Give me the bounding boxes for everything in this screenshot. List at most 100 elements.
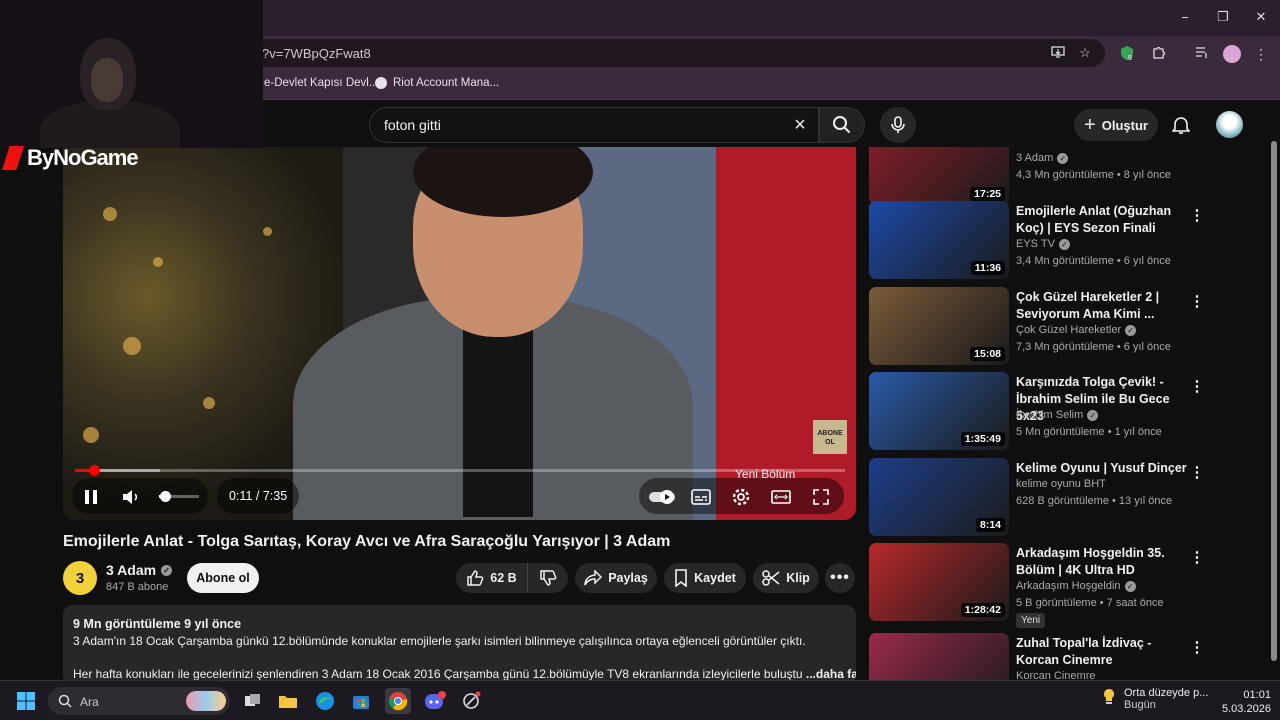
recommendation-item[interactable]: 17:25 3 Adam ✓ 4,3 Mn görüntüleme • 8 yı… [869,147,1269,209]
recommendation-channel[interactable]: Arkadaşım Hoşgeldin ✓ [1016,580,1136,592]
settings-button[interactable] [730,486,752,508]
channel-name-text[interactable]: 3 Adam [1016,152,1053,164]
recommendation-channel[interactable]: EYS TV ✓ [1016,238,1070,250]
progress-bar[interactable] [75,465,845,476]
recommendation-channel[interactable]: kelime oyunu BHT [1016,478,1106,490]
recommendation-title[interactable]: Arkadaşım Hoşgeldin 35. Bölüm | 4K Ultra… [1016,545,1191,579]
recommendation-item[interactable]: 15:08 Çok Güzel Hareketler 2 | Seviyorum… [869,287,1269,369]
more-actions-button[interactable]: ••• [825,563,855,593]
install-app-icon[interactable] [1050,45,1066,61]
close-window-button[interactable]: ✕ [1242,0,1280,34]
address-bar[interactable]: ?v=7WBpQzFwat8 ☆ [180,39,1105,67]
recommendation-channel[interactable]: Çok Güzel Hareketler ✓ [1016,324,1137,336]
create-button[interactable]: + Oluştur [1074,109,1158,141]
bokeh-light [123,337,141,355]
recommendation-item[interactable]: 11:36 Emojilerle Anlat (Oğuzhan Koç) | E… [869,201,1269,283]
volume-slider[interactable] [159,491,199,502]
subtitles-button[interactable] [690,486,712,508]
theater-mode-button[interactable] [770,486,792,508]
recommendation-item[interactable]: 1:35:49 Karşınızda Tolga Çevik! - İbrahi… [869,372,1269,454]
channel-name[interactable]: 3 Adam ✓ [106,562,173,578]
browser-menu-icon[interactable]: ⋮ [1252,45,1270,63]
recommendation-item[interactable]: 1:28:42 Arkadaşım Hoşgeldin 35. Bölüm | … [869,543,1269,628]
chrome-icon[interactable] [385,688,411,714]
search-highlight-icon [186,691,226,711]
discord-icon[interactable] [422,688,448,714]
recommendation-thumbnail[interactable]: 1:35:49 [869,372,1009,450]
channel-name-text[interactable]: Çok Güzel Hareketler [1016,324,1121,336]
bookmark-riot[interactable]: Riot Account Mana... [375,77,499,89]
clear-search-icon[interactable]: × [788,113,812,137]
fullscreen-button[interactable] [810,486,832,508]
share-button[interactable]: Paylaş [575,563,657,593]
recommendation-channel[interactable]: Korcan Cinemre [1016,670,1095,680]
channel-name-text[interactable]: EYS TV [1016,238,1055,250]
description-box[interactable]: 9 Mn görüntüleme 9 yıl önce 3 Adam'ın 18… [63,605,856,685]
account-avatar[interactable] [1216,111,1243,138]
maximize-button[interactable]: ❐ [1204,0,1242,34]
notifications-button[interactable] [1166,110,1196,140]
file-explorer-icon[interactable] [275,688,301,714]
recommendation-thumbnail[interactable]: 11:36 [869,201,1009,279]
recommendation-item[interactable]: Zuhal Topal'la İzdivaç - Korcan Cinemre … [869,633,1269,680]
clip-button[interactable]: Klip [753,563,819,593]
start-button[interactable] [16,691,36,711]
recommendation-channel[interactable]: İbrahim Selim ✓ [1016,409,1099,421]
pause-button[interactable] [80,486,102,508]
recommendation-title[interactable]: Zuhal Topal'la İzdivaç - Korcan Cinemre [1016,635,1191,669]
scrollbar-thumb[interactable] [1271,141,1277,661]
more-options-icon[interactable]: ⋮ [1187,547,1207,567]
channel-avatar[interactable]: 3 [63,561,97,595]
show-more-link[interactable]: ...daha fazla [806,667,856,681]
extensions-puzzle-icon[interactable] [1149,45,1167,63]
media-control-icon[interactable] [1192,45,1210,63]
search-input[interactable]: foton gitti × [369,107,819,143]
autoplay-toggle[interactable] [647,486,677,508]
dislike-button[interactable] [528,563,568,593]
like-button[interactable]: 62 B [456,563,528,593]
channel-name-text[interactable]: İbrahim Selim [1016,409,1083,421]
more-options-icon[interactable]: ⋮ [1187,205,1207,225]
subscribe-watermark[interactable]: ABONE OL [813,420,847,454]
channel-name-text[interactable]: 3 Adam [106,562,156,578]
extension-shield-icon[interactable]: 9 [1118,45,1136,63]
recommendation-thumbnail[interactable]: 8:14 [869,458,1009,536]
channel-name-text[interactable]: kelime oyunu BHT [1016,478,1106,490]
minimize-button[interactable]: − [1166,0,1204,34]
recommendation-thumbnail[interactable]: 1:28:42 [869,543,1009,621]
microsoft-store-icon[interactable] [348,688,374,714]
video-player[interactable]: ABONE OL Yeni Bölüm 0:11 / 7:35 [63,147,856,520]
taskbar-search[interactable]: Ara [48,687,230,715]
mute-button[interactable] [120,486,142,508]
page-scrollbar[interactable] [1268,101,1280,680]
system-clock[interactable]: 01:01 5.03.2026 [1222,688,1271,716]
url-text[interactable]: ?v=7WBpQzFwat8 [262,46,371,61]
profile-avatar-icon[interactable] [1223,45,1241,63]
volume-knob[interactable] [160,491,171,502]
search-button[interactable] [819,107,865,143]
recommendation-thumbnail[interactable]: 15:08 [869,287,1009,365]
edge-browser-icon[interactable] [312,688,338,714]
search-query[interactable]: foton gitti [384,117,441,133]
channel-name-text[interactable]: Arkadaşım Hoşgeldin [1016,580,1121,592]
recommendation-title[interactable]: Emojilerle Anlat (Oğuzhan Koç) | EYS Sez… [1016,203,1191,237]
more-options-icon[interactable]: ⋮ [1187,637,1207,657]
steelseries-icon[interactable] [458,688,484,714]
recommendation-thumbnail[interactable] [869,633,1009,680]
save-button[interactable]: Kaydet [664,563,746,593]
bookmark-edevlet[interactable]: e-Devlet Kapısı Devl... [264,77,378,89]
recommendation-item[interactable]: 8:14 Kelime Oyunu | Yusuf Dinçer kelime … [869,458,1269,540]
more-options-icon[interactable]: ⋮ [1187,462,1207,482]
recommendation-channel[interactable]: 3 Adam ✓ [1016,152,1069,164]
bookmark-star-icon[interactable]: ☆ [1077,45,1093,61]
voice-search-button[interactable] [880,107,916,143]
weather-widget[interactable]: Orta düzeyde p... Bugün [1100,687,1208,711]
recommendation-title[interactable]: Kelime Oyunu | Yusuf Dinçer [1016,460,1191,477]
more-options-icon[interactable]: ⋮ [1187,376,1207,396]
task-view-icon[interactable] [240,688,266,714]
subscribe-button[interactable]: Abone ol [187,563,259,593]
recommendation-title[interactable]: Çok Güzel Hareketler 2 | Seviyorum Ama K… [1016,289,1191,323]
channel-name-text[interactable]: Korcan Cinemre [1016,670,1095,680]
more-options-icon[interactable]: ⋮ [1187,291,1207,311]
recommendation-thumbnail[interactable]: 17:25 [869,147,1009,205]
